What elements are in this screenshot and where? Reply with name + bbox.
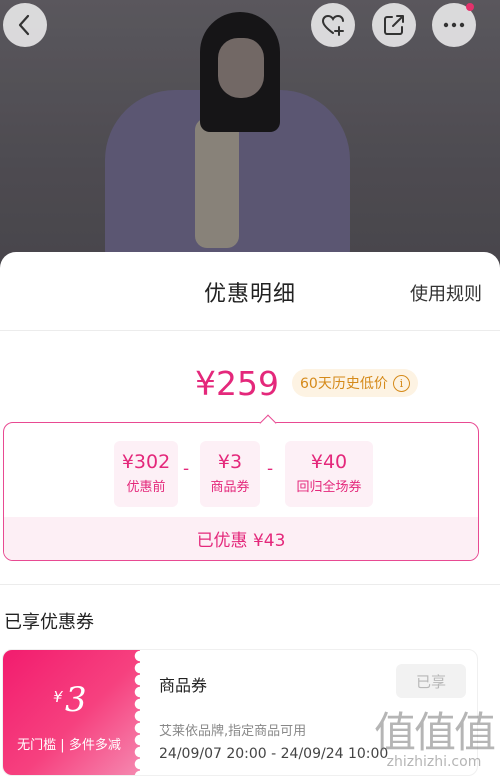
price-calculation-box: ¥302 优惠前 - ¥3 商品券 - ¥40 回归全场券 已优惠 ¥43 [3,422,479,561]
divider [0,330,500,331]
back-button[interactable] [3,3,47,47]
watermark: 值值值 zhizhizhi.com [373,708,496,771]
coupon-value-panel: ¥ 3 无门槛 | 多件多减 [3,650,146,775]
watermark-url: zhizhizhi.com [386,754,482,770]
applied-coupons-title: 已享优惠券 [4,612,94,633]
share-icon [384,15,404,35]
usage-rules-link[interactable]: 使用规则 [410,280,482,306]
minus-operator: - [183,459,190,479]
coupon-status-button[interactable]: 已享 [396,664,466,698]
coupon-name: 商品券 [159,676,208,695]
history-low-badge[interactable]: 60天历史低价 i [292,369,418,397]
coupon-amount: 3 [65,680,87,720]
store-coupon-amount: ¥40 [310,451,348,473]
product-coupon-item: ¥3 商品券 [200,441,260,507]
history-low-label: 60天历史低价 [300,376,388,392]
coupon-validity: 24/09/07 20:00 - 24/09/24 10:00 [159,746,389,762]
favorite-button[interactable] [311,3,355,47]
back-arrow-icon [18,14,30,36]
store-coupon-label: 回归全场券 [296,480,362,495]
share-button[interactable] [372,3,416,47]
discount-detail-sheet: 优惠明细 使用规则 ¥259 60天历史低价 i ¥302 优惠前 - ¥3 商… [0,252,500,776]
notification-dot [466,3,474,11]
total-saved-bar: 已优惠 ¥43 [4,517,478,560]
original-price-amount: ¥302 [121,451,171,473]
minus-operator: - [267,459,274,479]
coupon-condition: 无门槛 | 多件多减 [17,738,121,753]
favorite-add-icon [321,14,344,36]
coupon-currency: ¥ [53,688,63,706]
store-coupon-item: ¥40 回归全场券 [285,441,373,507]
price-row: ¥259 60天历史低价 i [0,364,500,408]
original-price-label: 优惠前 [126,480,166,495]
original-price-item: ¥302 优惠前 [114,441,178,507]
more-icon [443,22,465,28]
watermark-logo: 值值值 [373,708,496,757]
product-image [0,0,500,270]
coupon-description: 艾莱依品牌,指定商品可用 [159,724,307,739]
product-coupon-label: 商品券 [210,480,250,495]
product-coupon-amount: ¥3 [217,451,243,473]
final-price: ¥259 [195,364,279,403]
info-icon: i [392,374,410,392]
divider [0,584,500,585]
